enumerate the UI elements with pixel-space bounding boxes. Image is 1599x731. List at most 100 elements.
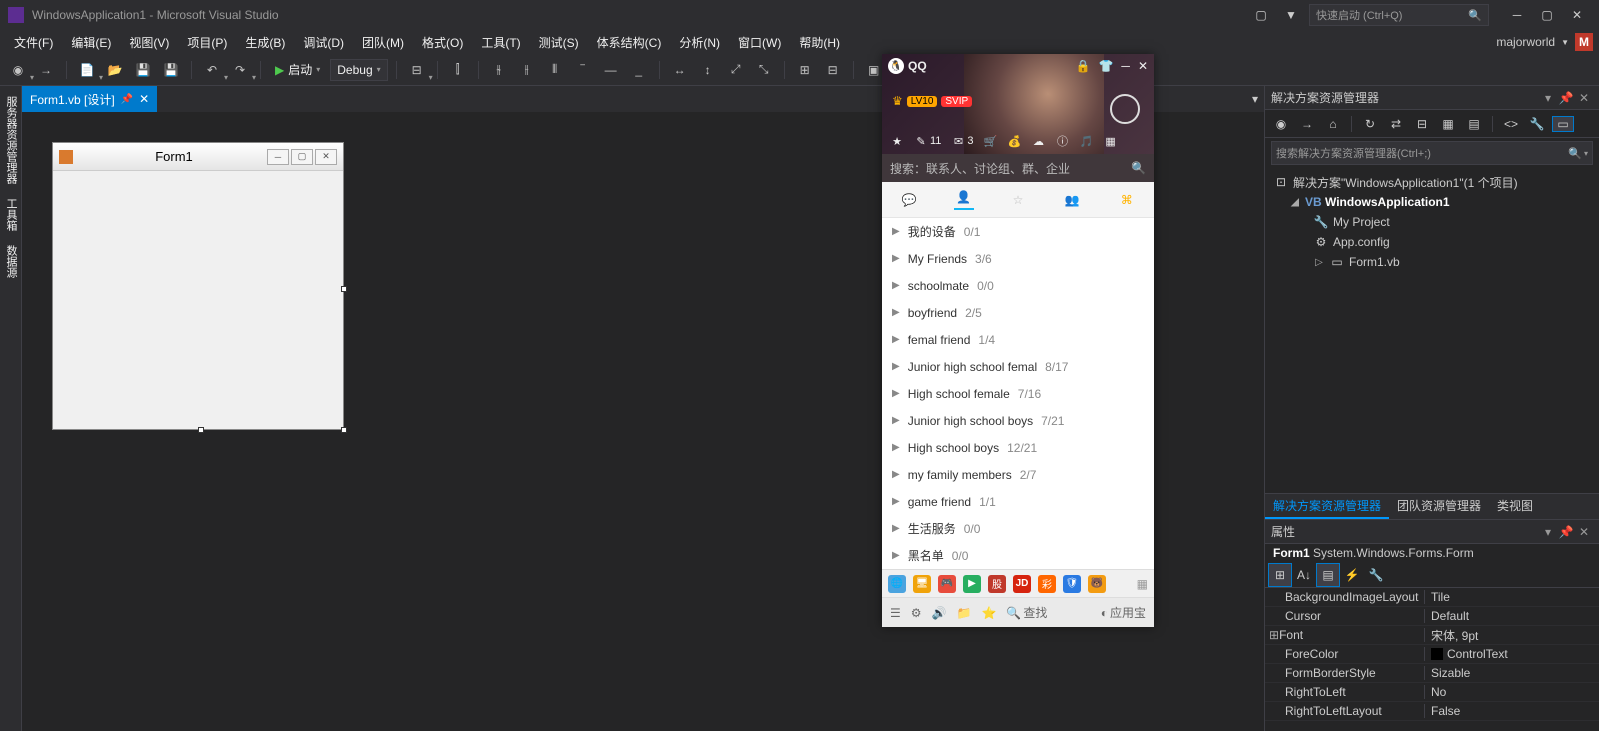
qq-group-item[interactable]: ▶game friend1/1 <box>882 488 1154 515</box>
server-explorer-tab[interactable]: 服务器资源管理器 <box>2 96 19 184</box>
panel-close-icon[interactable]: ✕ <box>1575 525 1593 539</box>
expand-icon[interactable]: ◢ <box>1289 197 1301 208</box>
align-bottom-button[interactable]: _ <box>627 58 651 82</box>
layout-btn-1[interactable]: ⊟ <box>405 58 429 82</box>
properties-view-icon[interactable]: ▤ <box>1317 564 1339 586</box>
qq-group-item[interactable]: ▶黑名单0/0 <box>882 542 1154 569</box>
tab-solexp[interactable]: 解决方案资源管理器 <box>1265 494 1389 519</box>
property-row[interactable]: FormBorderStyleSizable <box>1265 664 1599 683</box>
qq-group-item[interactable]: ▶schoolmate0/0 <box>882 272 1154 299</box>
qq-window[interactable]: 🐧 QQ 🔒 👕 ─ ✕ ♛ LV10 SVIP ★ ✎11 ✉3 🛒 💰 ☁ … <box>882 54 1154 627</box>
events-icon[interactable]: ⚡ <box>1341 564 1363 586</box>
menu-window[interactable]: 窗口(W) <box>730 32 789 53</box>
qq-info-icon[interactable]: ⓘ <box>1056 134 1070 148</box>
property-value[interactable]: False <box>1425 704 1599 718</box>
qq-min-icon[interactable]: ─ <box>1121 59 1130 73</box>
notification-icon[interactable]: ▢ <box>1249 3 1273 27</box>
qq-group-item[interactable]: ▶my family members2/7 <box>882 461 1154 488</box>
quick-launch-input[interactable]: 快速启动 (Ctrl+Q) 🔍 <box>1309 4 1489 26</box>
property-value[interactable]: ControlText <box>1425 647 1599 661</box>
qq-cart-icon[interactable]: 🛒 <box>984 134 998 148</box>
qq-wallet-icon[interactable]: 💰 <box>1008 134 1022 148</box>
document-tab-form1[interactable]: Form1.vb [设计] 📌 ✕ <box>22 86 157 112</box>
qq-files-icon[interactable]: 📁 <box>956 606 971 620</box>
align-center-button[interactable]: ⫲ <box>515 58 539 82</box>
categorized-icon[interactable]: ⊞ <box>1269 564 1291 586</box>
app-shield-icon[interactable]: 🛡 <box>1063 575 1081 593</box>
start-debug-button[interactable]: ▶ 启动 ▾ <box>269 58 326 82</box>
qq-tab-contacts-icon[interactable]: 👤 <box>954 190 974 210</box>
align-top-button[interactable]: ‾ <box>571 58 595 82</box>
menu-team[interactable]: 团队(M) <box>354 32 412 53</box>
qq-group-item[interactable]: ▶Junior high school boys7/21 <box>882 407 1154 434</box>
showall-icon[interactable]: ▦ <box>1438 117 1458 131</box>
qq-share-count[interactable]: ✎11 <box>914 134 941 148</box>
qq-zone-icon[interactable]: ★ <box>890 134 904 148</box>
app-grid-icon[interactable]: ▦ <box>1137 577 1148 591</box>
qq-group-item[interactable]: ▶My Friends3/6 <box>882 245 1154 272</box>
menu-analyze[interactable]: 分析(N) <box>671 32 728 53</box>
property-row[interactable]: ⊞Font宋体, 9pt <box>1265 626 1599 645</box>
qq-tab-messages-icon[interactable]: 💬 <box>899 190 919 210</box>
panel-pin-icon[interactable]: 📌 <box>1557 91 1575 105</box>
qq-music-icon[interactable]: 🎵 <box>1080 134 1094 148</box>
qq-group-item[interactable]: ▶我的设备0/1 <box>882 218 1154 245</box>
forward-button[interactable]: → <box>34 58 58 82</box>
qq-search-input[interactable]: 搜索：联系人、讨论组、群、企业 🔍 <box>882 154 1154 182</box>
menu-debug[interactable]: 调试(D) <box>295 32 352 53</box>
pin-icon[interactable]: 📌 <box>121 94 133 105</box>
hspacing-button[interactable]: ↔ <box>668 58 692 82</box>
properties-icon[interactable]: ▤ <box>1464 117 1484 131</box>
qq-appstore-button[interactable]: ◐应用宝 <box>1101 604 1146 621</box>
property-row[interactable]: BackgroundImageLayoutTile <box>1265 588 1599 607</box>
menu-build[interactable]: 生成(B) <box>237 32 293 53</box>
winform-designer[interactable]: Form1 ─ ▢ ✕ <box>52 142 344 430</box>
app-lottery-icon[interactable]: 彩 <box>1038 575 1056 593</box>
menu-edit[interactable]: 编辑(E) <box>63 32 119 53</box>
panel-close-icon[interactable]: ✕ <box>1575 91 1593 105</box>
save-button[interactable]: 💾 <box>131 58 155 82</box>
back-icon[interactable]: ◉ <box>1271 117 1291 131</box>
property-value[interactable]: No <box>1425 685 1599 699</box>
qq-tab-favorites-icon[interactable]: ☆ <box>1008 190 1028 210</box>
property-row[interactable]: RightToLeftLayoutFalse <box>1265 702 1599 721</box>
expand-icon[interactable]: ▷ <box>1313 257 1325 268</box>
sync-icon[interactable]: ⇄ <box>1386 117 1406 131</box>
property-row[interactable]: ForeColorControlText <box>1265 645 1599 664</box>
alphabetical-icon[interactable]: A↓ <box>1293 564 1315 586</box>
close-button[interactable]: ✕ <box>1563 5 1591 25</box>
save-all-button[interactable]: 💾 <box>159 58 183 82</box>
code-icon[interactable]: <> <box>1501 117 1521 131</box>
qq-group-item[interactable]: ▶Junior high school femal8/17 <box>882 353 1154 380</box>
size-button[interactable]: ⤢ <box>724 58 748 82</box>
maximize-button[interactable]: ▢ <box>1533 5 1561 25</box>
qq-group-item[interactable]: ▶femal friend1/4 <box>882 326 1154 353</box>
minimize-button[interactable]: ─ <box>1503 5 1531 25</box>
align-btn-1[interactable]: ⫿ <box>446 58 470 82</box>
align-middle-button[interactable]: — <box>599 58 623 82</box>
back-button[interactable]: ◉ <box>6 58 30 82</box>
qq-group-item[interactable]: ▶High school female7/16 <box>882 380 1154 407</box>
qq-sound-icon[interactable]: 🔊 <box>932 606 947 620</box>
home-icon[interactable]: ⌂ <box>1323 117 1343 131</box>
menu-tools[interactable]: 工具(T) <box>473 32 528 53</box>
open-button[interactable]: 📂 <box>103 58 127 82</box>
qq-skin-icon[interactable]: 👕 <box>1098 59 1113 73</box>
menu-help[interactable]: 帮助(H) <box>791 32 848 53</box>
align-right-button[interactable]: ⫴ <box>543 58 567 82</box>
menu-file[interactable]: 文件(F) <box>6 32 61 53</box>
weather-icon[interactable] <box>1110 94 1140 124</box>
qq-fav-icon[interactable]: ⭐ <box>981 606 996 620</box>
qq-group-item[interactable]: ▶boyfriend2/5 <box>882 299 1154 326</box>
panel-dropdown-icon[interactable]: ▾ <box>1539 525 1557 539</box>
solexp-search[interactable]: 搜索解决方案资源管理器(Ctrl+;) 🔍 ▾ <box>1271 141 1593 165</box>
tree-item-appconfig[interactable]: ⚙ App.config <box>1265 232 1599 252</box>
qq-group-item[interactable]: ▶生活服务0/0 <box>882 515 1154 542</box>
tree-item-form1[interactable]: ▷ ▭ Form1.vb <box>1265 252 1599 272</box>
align-left-button[interactable]: ⫳ <box>487 58 511 82</box>
menu-project[interactable]: 项目(P) <box>179 32 235 53</box>
solution-node[interactable]: ⊡ 解决方案"WindowsApplication1"(1 个项目) <box>1265 172 1599 192</box>
property-value[interactable]: 宋体, 9pt <box>1425 627 1599 644</box>
app-pc-mgr-icon[interactable]: 🖥 <box>913 575 931 593</box>
vspacing-button[interactable]: ↕ <box>696 58 720 82</box>
